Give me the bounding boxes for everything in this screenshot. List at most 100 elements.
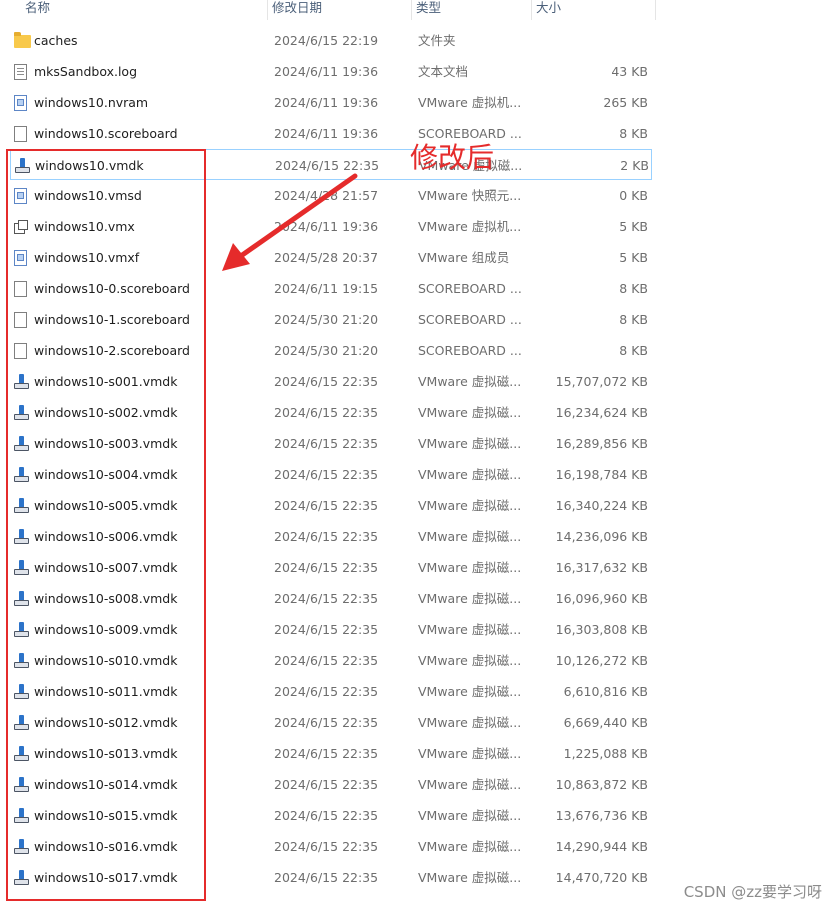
file-name: caches [34,33,78,48]
file-row[interactable]: caches 2024/6/15 22:19 文件夹 [0,25,656,56]
file-type: VMware 虚拟磁... [418,870,522,885]
file-modified-date: 2024/6/11 19:36 [274,95,379,110]
file-modified-date: 2024/6/15 22:35 [275,158,380,173]
file-row[interactable]: windows10.scoreboard 2024/6/11 19:36 SCORE… [0,118,656,149]
file-modified-date: 2024/6/15 22:35 [274,498,379,513]
file-size: 14,290,944 KB [555,839,648,854]
file-icon-cell [14,56,32,87]
file-size: 1,225,088 KB [563,746,648,761]
file-modified-date: 2024/5/28 20:37 [274,250,379,265]
file-size: 43 KB [611,64,648,79]
file-modified-date: 2024/6/15 22:35 [274,777,379,792]
file-type: VMware 快照元... [418,188,522,203]
file-size: 5 KB [619,219,648,234]
file-type: VMware 虚拟磁... [418,684,522,699]
annotation-label: 修改后 [410,141,495,174]
file-icon-cell [14,87,32,118]
file-row-partial[interactable] [0,901,656,910]
file-size: 6,610,816 KB [563,684,648,699]
file-modified-date: 2024/6/15 22:35 [274,591,379,606]
file-row[interactable]: windows10.nvram 2024/6/11 19:36 VMware 虚拟机… [0,87,656,118]
watermark: CSDN @zz要学习呀 [683,883,822,901]
file-type: VMware 虚拟磁... [418,715,522,730]
file-modified-date: 2024/6/11 19:36 [274,219,379,234]
file-modified-date: 2024/6/15 22:35 [274,839,379,854]
file-size: 15,707,072 KB [555,374,648,389]
file-modified-date: 2024/6/15 22:35 [274,529,379,544]
file-modified-date: 2024/6/15 22:35 [274,808,379,823]
folder-icon [14,31,31,48]
file-type: SCOREBOARD ... [418,281,522,296]
file-size: 14,470,720 KB [555,870,648,885]
file-size: 16,303,808 KB [555,622,648,637]
file-modified-date: 2024/6/15 22:35 [274,560,379,575]
file-type: SCOREBOARD ... [418,312,522,327]
file-modified-date: 2024/4/28 21:57 [274,188,379,203]
file-type: VMware 虚拟磁... [418,467,522,482]
file-size: 16,317,632 KB [555,560,648,575]
file-type: 文本文档 [418,64,469,79]
file-modified-date: 2024/6/11 19:36 [274,126,379,141]
column-header: 名称 修改日期 类型 大小 [0,0,656,20]
file-name: windows10.scoreboard [34,126,178,141]
file-name: windows10.nvram [34,95,149,110]
file-type: VMware 虚拟磁... [418,591,522,606]
file-size: 6,669,440 KB [563,715,648,730]
file-size: 8 KB [619,126,648,141]
file-modified-date: 2024/6/15 22:35 [274,870,379,885]
file-type: SCOREBOARD ... [418,343,522,358]
file-modified-date: 2024/6/15 22:35 [274,715,379,730]
file-size: 2 KB [620,158,649,173]
file-modified-date: 2024/6/11 19:15 [274,281,379,296]
file-modified-date: 2024/6/15 22:19 [274,33,379,48]
file-size: 14,236,096 KB [555,529,648,544]
column-header-type[interactable]: 类型 [412,0,532,20]
file-size: 0 KB [619,188,648,203]
file-type: VMware 虚拟磁... [418,622,522,637]
file-modified-date: 2024/5/30 21:20 [274,312,379,327]
file-type: VMware 虚拟磁... [418,405,522,420]
file-row[interactable]: mksSandbox.log 2024/6/11 19:36 文本文档 43 KB [0,56,656,87]
file-icon-cell [14,25,32,56]
file-size: 16,234,624 KB [555,405,648,420]
column-header-name[interactable]: 名称 [0,0,268,20]
file-name: mksSandbox.log [34,64,138,79]
file-modified-date: 2024/6/15 22:35 [274,374,379,389]
file-type: VMware 虚拟磁... [418,374,522,389]
column-header-date[interactable]: 修改日期 [268,0,412,20]
file-modified-date: 2024/6/15 22:35 [274,467,379,482]
text-file-icon [14,63,27,80]
file-size: 10,863,872 KB [555,777,648,792]
file-type: VMware 虚拟磁... [418,839,522,854]
file-icon-cell [14,118,32,149]
file-type: VMware 虚拟磁... [418,653,522,668]
file-type: VMware 组成员 [418,250,510,265]
file-size: 16,340,224 KB [555,498,648,513]
file-type: VMware 虚拟磁... [418,529,522,544]
file-size: 10,126,272 KB [555,653,648,668]
file-size: 8 KB [619,312,648,327]
file-type: VMware 虚拟磁... [418,560,522,575]
file-size: 8 KB [619,281,648,296]
file-size: 8 KB [619,343,648,358]
file-modified-date: 2024/6/15 22:35 [274,746,379,761]
file-size: 16,289,856 KB [555,436,648,451]
annotation-highlight-box [6,149,206,901]
file-modified-date: 2024/6/15 22:35 [274,684,379,699]
nvram-file-icon [14,94,27,111]
file-type: 文件夹 [418,33,456,48]
file-modified-date: 2024/6/15 22:35 [274,405,379,420]
file-size: 265 KB [603,95,648,110]
file-size: 5 KB [619,250,648,265]
file-type: VMware 虚拟磁... [418,746,522,761]
file-type: VMware 虚拟磁... [418,498,522,513]
file-size: 13,676,736 KB [555,808,648,823]
file-modified-date: 2024/6/15 22:35 [274,436,379,451]
file-modified-date: 2024/6/15 22:35 [274,622,379,637]
blank-file-icon [14,125,27,142]
file-size: 16,096,960 KB [555,591,648,606]
column-header-size[interactable]: 大小 [532,0,656,20]
file-modified-date: 2024/6/15 22:35 [274,653,379,668]
file-type: VMware 虚拟机... [418,95,522,110]
file-size: 16,198,784 KB [555,467,648,482]
